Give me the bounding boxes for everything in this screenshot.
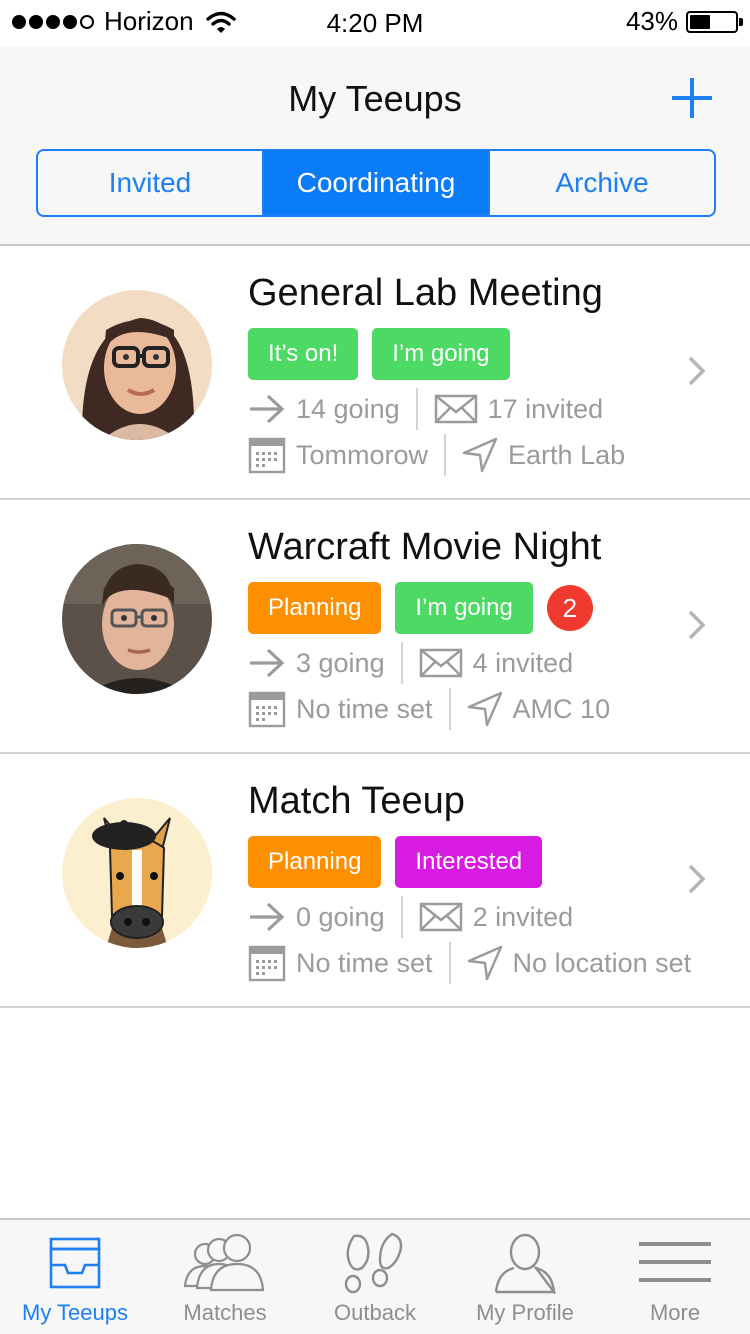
avatar	[62, 798, 212, 948]
footprints-icon	[300, 1230, 450, 1296]
calendar-icon	[248, 944, 286, 982]
teeup-title: Match Teeup	[248, 780, 465, 822]
status-badge: Planning	[248, 582, 382, 634]
time-label: No time set	[296, 693, 433, 724]
chevron-right-icon	[688, 356, 706, 386]
time-location-row: No time set AMC 10	[248, 688, 610, 730]
envelope-icon	[419, 902, 463, 932]
response-badge: I’m going	[395, 582, 533, 634]
attendance-row: 0 going 2 invited	[248, 896, 573, 938]
tab-outback[interactable]: Outback	[300, 1220, 450, 1334]
tab-label: My Teeups	[22, 1300, 128, 1325]
location-arrow-icon	[462, 437, 498, 473]
tab-label: More	[649, 1300, 701, 1325]
tab-label: My Profile	[476, 1300, 574, 1325]
location-arrow-icon	[467, 945, 503, 981]
time-location-row: No time set No location set	[248, 942, 691, 984]
teeup-row[interactable]: Match Teeup Planning Interested 0 going …	[0, 754, 750, 1008]
envelope-icon	[419, 648, 463, 678]
arrow-right-icon	[248, 393, 286, 425]
location-arrow-icon	[467, 691, 503, 727]
tab-archive[interactable]: Archive	[490, 151, 714, 215]
time-label: No time set	[296, 947, 433, 978]
calendar-icon	[248, 436, 286, 474]
status-bar: Horizon 4:20 PM 43%	[0, 0, 750, 46]
hamburger-menu-icon	[600, 1230, 750, 1296]
invited-count: 4 invited	[472, 647, 574, 678]
location-label: No location set	[512, 947, 692, 978]
tab-invited[interactable]: Invited	[38, 151, 264, 215]
tab-my-profile[interactable]: My Profile	[450, 1220, 600, 1334]
envelope-icon	[434, 394, 478, 424]
chevron-right-icon	[688, 610, 706, 640]
tab-coordinating[interactable]: Coordinating	[264, 151, 490, 215]
teeup-tags: Planning Interested	[248, 836, 543, 888]
location-label: Earth Lab	[508, 439, 626, 470]
tab-my-teeups[interactable]: My Teeups	[0, 1220, 150, 1334]
battery-percent: 43%	[625, 6, 678, 36]
location-label: AMC 10	[512, 693, 611, 724]
going-count: 0 going	[296, 901, 385, 932]
page-title: My Teeups	[288, 78, 462, 119]
time-location-row: Tommorow Earth Lab	[248, 434, 625, 476]
avatar	[62, 544, 212, 694]
teeup-row[interactable]: Warcraft Movie Night Planning I’m going …	[0, 500, 750, 754]
arrow-right-icon	[248, 901, 286, 933]
response-badge: I’m going	[372, 328, 510, 380]
tab-label: Outback	[334, 1300, 416, 1325]
inbox-tray-icon	[0, 1230, 150, 1296]
status-badge: Planning	[248, 836, 382, 888]
response-badge: Interested	[395, 836, 543, 888]
tab-more[interactable]: More	[600, 1220, 750, 1334]
teeup-tags: It’s on! I’m going	[248, 328, 510, 380]
avatar	[62, 290, 212, 440]
teeup-tags: Planning I’m going 2	[248, 582, 593, 634]
invited-count: 17 invited	[487, 393, 604, 424]
battery-icon	[686, 10, 743, 33]
teeup-title: General Lab Meeting	[248, 272, 603, 314]
plus-icon[interactable]	[670, 76, 714, 120]
people-group-icon	[150, 1230, 300, 1296]
tab-bar: My Teeups Matches Outback My Profile Mor…	[0, 1218, 750, 1334]
teeup-title: Warcraft Movie Night	[248, 526, 602, 568]
nav-header: My Teeups Invited Coordinating Archive	[0, 46, 750, 246]
teeup-row[interactable]: General Lab Meeting It’s on! I’m going 1…	[0, 246, 750, 500]
going-count: 14 going	[296, 393, 400, 424]
segmented-control: Invited Coordinating Archive	[36, 149, 716, 217]
invited-count: 2 invited	[472, 901, 574, 932]
tab-matches[interactable]: Matches	[150, 1220, 300, 1334]
person-icon	[450, 1230, 600, 1296]
notification-badge: 2	[546, 585, 593, 631]
chevron-right-icon	[688, 864, 706, 894]
time-label: Tommorow	[296, 439, 429, 470]
battery-status: 43%	[625, 6, 743, 37]
calendar-icon	[248, 690, 286, 728]
tab-label: Matches	[183, 1300, 267, 1325]
attendance-row: 3 going 4 invited	[248, 642, 573, 684]
attendance-row: 14 going 17 invited	[248, 388, 603, 430]
status-badge: It’s on!	[248, 328, 359, 380]
going-count: 3 going	[296, 647, 385, 678]
arrow-right-icon	[248, 647, 286, 679]
